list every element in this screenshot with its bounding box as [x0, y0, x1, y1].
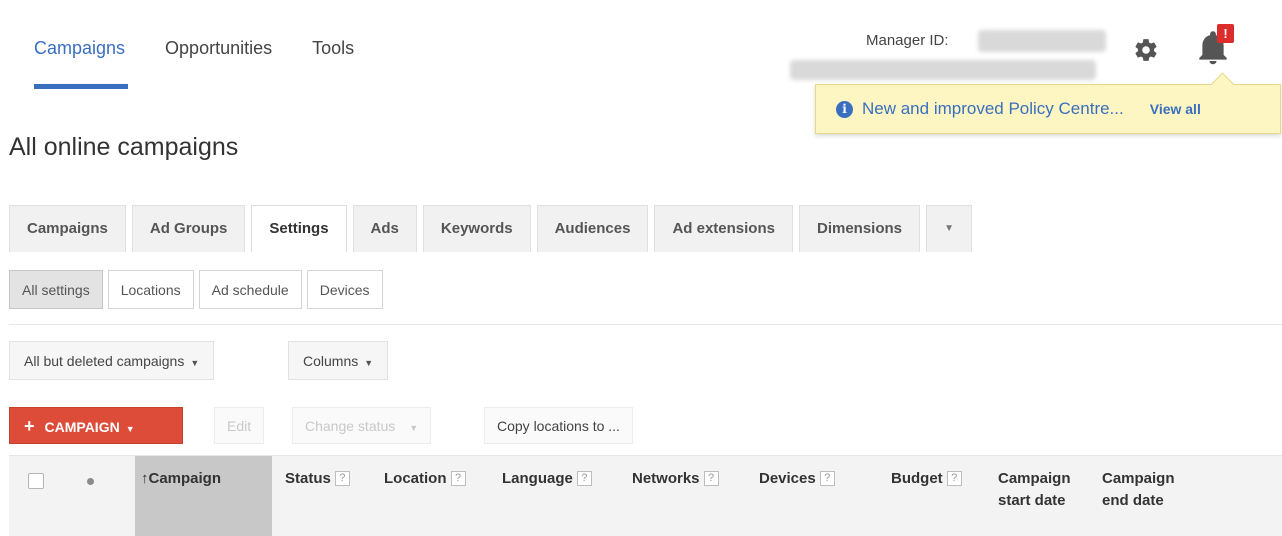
edit-button[interactable]: Edit: [214, 407, 265, 444]
tab-keywords[interactable]: Keywords: [422, 205, 531, 252]
add-campaign-label: CAMPAIGN: [44, 419, 120, 435]
caret-down-icon: ▼: [125, 424, 135, 434]
column-language-label: Language: [502, 470, 573, 487]
status-dot-icon: [87, 478, 94, 485]
subtab-devices[interactable]: Devices: [306, 270, 383, 309]
top-header: Campaigns Opportunities Tools Manager ID…: [0, 0, 1282, 134]
column-start-date-line2: start date: [998, 492, 1066, 509]
column-location-label: Location: [384, 470, 447, 487]
manager-id-value-redacted: [978, 30, 1106, 52]
settings-subtabs: All settings Locations Ad schedule Devic…: [9, 270, 388, 309]
caret-down-icon: ▼: [190, 358, 200, 368]
topnav-campaigns[interactable]: Campaigns: [34, 38, 129, 89]
column-location[interactable]: Location?: [384, 468, 466, 490]
column-devices-label: Devices: [759, 470, 816, 487]
tab-ads[interactable]: Ads: [352, 205, 417, 252]
column-campaign-label: Campaign: [148, 470, 222, 487]
page-title: All online campaigns: [9, 133, 239, 161]
chevron-down-icon: ▼: [944, 223, 954, 234]
subtab-locations[interactable]: Locations: [107, 270, 194, 309]
tab-ad-extensions[interactable]: Ad extensions: [654, 205, 793, 252]
columns-dropdown[interactable]: Columns ▼: [288, 341, 389, 380]
select-all-checkbox[interactable]: [28, 473, 44, 489]
column-language[interactable]: Language?: [502, 468, 592, 490]
columns-label: Columns: [303, 353, 359, 369]
tab-audiences[interactable]: Audiences: [536, 205, 649, 252]
plus-icon: +: [24, 416, 35, 436]
view-all-link[interactable]: View all: [1150, 101, 1201, 117]
column-status-label: Status: [285, 470, 331, 487]
topnav-tools[interactable]: Tools: [312, 38, 354, 89]
help-icon[interactable]: ?: [946, 471, 962, 486]
tab-settings[interactable]: Settings: [251, 205, 347, 252]
copy-locations-button[interactable]: Copy locations to ...: [484, 407, 633, 444]
caret-down-icon: ▼: [364, 358, 374, 368]
subtab-all-settings[interactable]: All settings: [9, 270, 103, 309]
column-campaign-sorted[interactable]: ↑Campaign: [135, 456, 272, 536]
change-status-dropdown[interactable]: Change status ▼: [292, 407, 432, 444]
column-end-date[interactable]: Campaign end date: [1102, 468, 1175, 512]
help-icon[interactable]: ?: [450, 471, 466, 486]
notifications-bell[interactable]: !: [1198, 24, 1234, 66]
caret-down-icon: ▼: [409, 423, 419, 433]
column-budget-label: Budget: [891, 470, 943, 487]
notification-message[interactable]: New and improved Policy Centre...: [862, 99, 1124, 119]
tab-campaigns[interactable]: Campaigns: [9, 205, 126, 252]
help-icon[interactable]: ?: [576, 471, 592, 486]
account-email-redacted: [790, 60, 1096, 80]
column-networks[interactable]: Networks?: [632, 468, 719, 490]
help-icon[interactable]: ?: [334, 471, 350, 486]
help-icon[interactable]: ?: [819, 471, 835, 486]
gear-icon[interactable]: [1133, 37, 1159, 63]
help-icon[interactable]: ?: [703, 471, 719, 486]
campaign-filter-dropdown[interactable]: All but deleted campaigns ▼: [9, 341, 215, 380]
column-status[interactable]: Status?: [285, 468, 350, 490]
tab-ad-groups[interactable]: Ad Groups: [131, 205, 246, 252]
policy-notification-popup: i New and improved Policy Centre... View…: [815, 84, 1281, 134]
column-end-date-line2: end date: [1102, 492, 1164, 509]
sort-arrow-icon: ↑: [141, 470, 149, 487]
change-status-label: Change status: [305, 418, 396, 434]
top-nav: Campaigns Opportunities Tools: [34, 38, 394, 89]
add-campaign-button[interactable]: + CAMPAIGN ▼: [9, 407, 183, 444]
main-tabs: Campaigns Ad Groups Settings Ads Keyword…: [9, 205, 978, 252]
manager-id-label: Manager ID:: [866, 32, 949, 49]
tab-dimensions[interactable]: Dimensions: [798, 205, 921, 252]
column-budget[interactable]: Budget?: [891, 468, 962, 490]
section-divider: [9, 324, 1282, 325]
campaign-filter-label: All but deleted campaigns: [24, 353, 185, 369]
column-end-date-line1: Campaign: [1102, 470, 1175, 487]
column-devices[interactable]: Devices?: [759, 468, 835, 490]
notification-badge: !: [1217, 24, 1234, 43]
column-networks-label: Networks: [632, 470, 700, 487]
topnav-opportunities[interactable]: Opportunities: [165, 38, 272, 89]
info-icon: i: [836, 100, 853, 118]
column-start-date[interactable]: Campaign start date: [998, 468, 1071, 512]
subtab-ad-schedule[interactable]: Ad schedule: [198, 270, 302, 309]
campaign-table-header: ↑Campaign Status? Location? Language? Ne…: [9, 455, 1282, 536]
tabs-more-dropdown[interactable]: ▼: [926, 205, 973, 252]
column-start-date-line1: Campaign: [998, 470, 1071, 487]
